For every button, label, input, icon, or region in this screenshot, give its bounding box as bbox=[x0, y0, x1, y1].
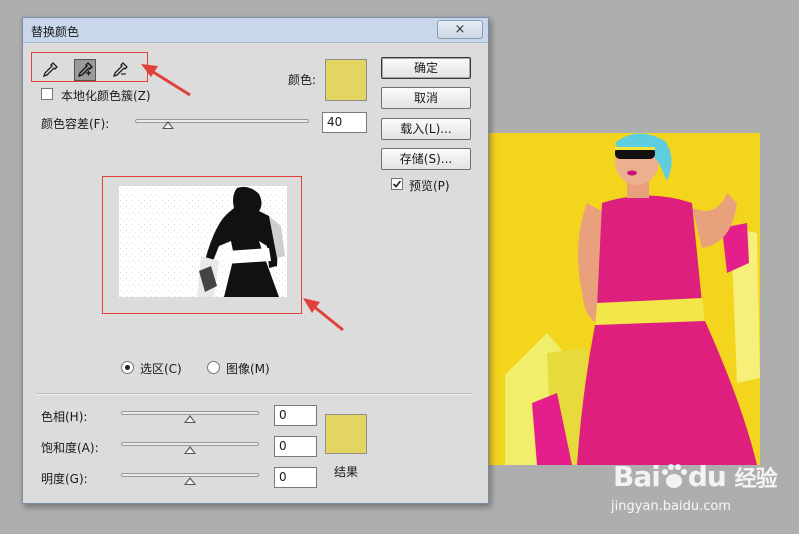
watermark-url: jingyan.baidu.com bbox=[611, 499, 731, 514]
baidu-watermark: Bai du 经验 jingyan.baidu.com bbox=[597, 452, 797, 532]
paw-icon bbox=[660, 463, 688, 489]
brand-text-a: Bai bbox=[613, 460, 661, 493]
brand-text-b: du bbox=[687, 460, 727, 493]
arrow-icon bbox=[141, 64, 191, 97]
arrow-icon bbox=[303, 298, 344, 332]
brand-text-cn: 经验 bbox=[734, 467, 778, 492]
